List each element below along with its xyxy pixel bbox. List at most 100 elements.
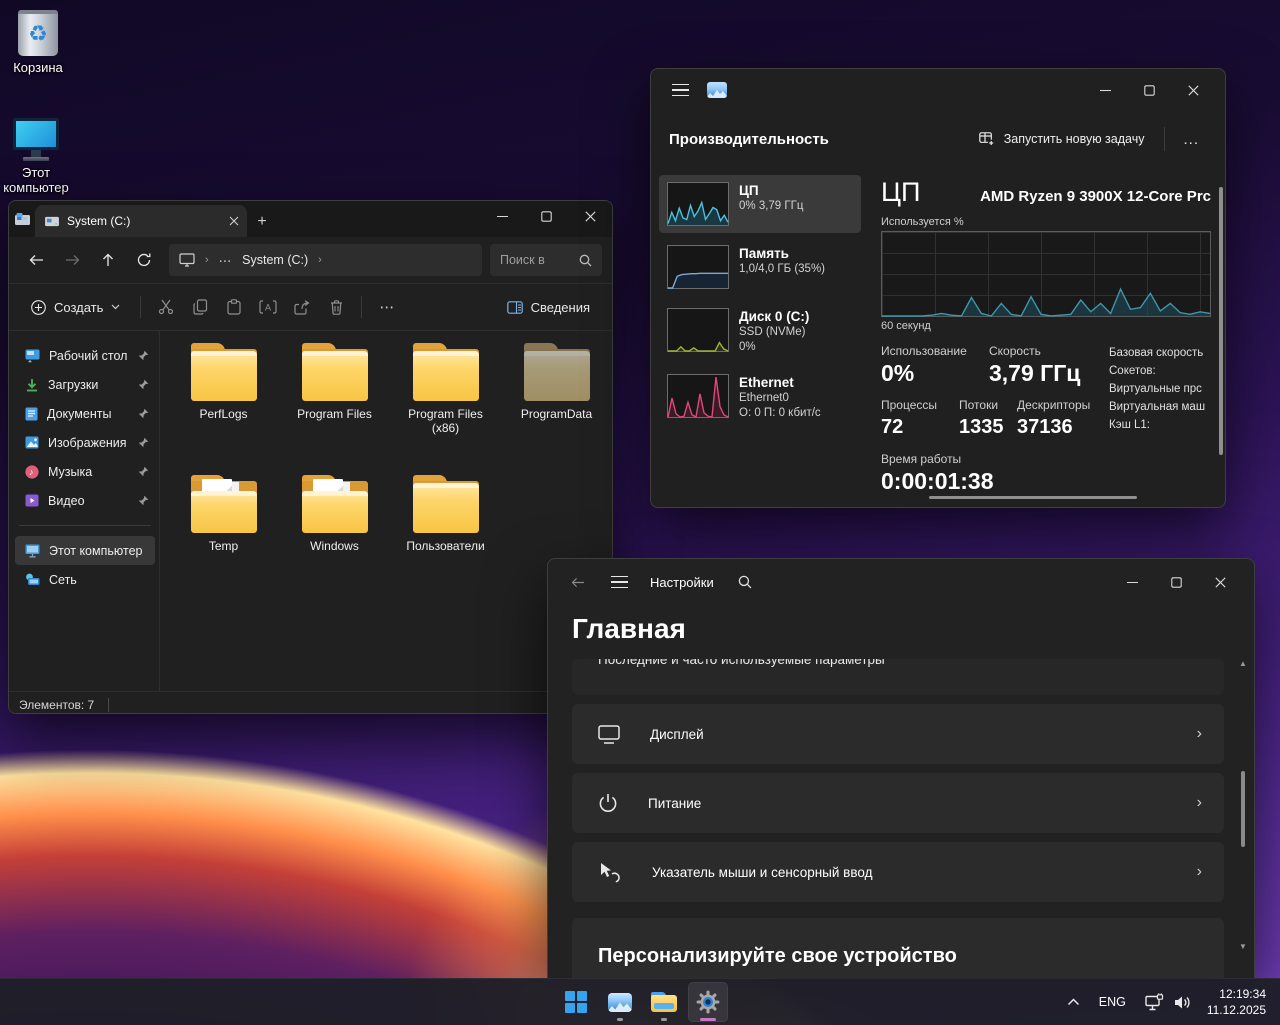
explorer-window-controls	[480, 201, 612, 231]
sidebar-item-downloads[interactable]: Загрузки	[15, 370, 155, 399]
maximize-button[interactable]	[1154, 567, 1198, 597]
file-explorer-window: System (C:) + › ⋯ System (C:) › Поиск в	[8, 200, 613, 714]
settings-row-mouse-touch[interactable]: Указатель мыши и сенсорный ввод ›	[572, 842, 1224, 902]
personalize-card: Персонализируйте свое устройство	[572, 918, 1224, 978]
tab-close-icon[interactable]	[229, 216, 239, 226]
file-tile-program-files-x86[interactable]: Program Files (x86)	[394, 343, 498, 475]
explorer-tab[interactable]: System (C:)	[35, 205, 247, 237]
close-button[interactable]	[1198, 567, 1242, 597]
this-pc-crumb-icon[interactable]	[179, 253, 195, 267]
close-button[interactable]	[1171, 75, 1215, 105]
sidebar-item-network[interactable]: Сеть	[15, 565, 155, 594]
perf-item-disk[interactable]: Диск 0 (C:)SSD (NVMe)0%	[659, 301, 861, 362]
breadcrumb-collapsed[interactable]: ⋯	[219, 253, 233, 268]
delete-button[interactable]	[321, 290, 351, 324]
volume-icon[interactable]	[1167, 984, 1199, 1020]
task-manager-icon	[608, 993, 632, 1012]
refresh-button[interactable]	[127, 244, 161, 276]
file-tile-users[interactable]: Пользователи	[394, 475, 498, 607]
up-button[interactable]	[91, 244, 125, 276]
tab-title: System (C:)	[67, 214, 221, 228]
file-tile-program-files[interactable]: Program Files	[283, 343, 387, 475]
desktop-icon-this-pc[interactable]: Этот компьютер	[0, 118, 79, 195]
minimize-button[interactable]	[1110, 567, 1154, 597]
rename-button[interactable]: A	[253, 290, 283, 324]
network-icon[interactable]	[1138, 984, 1167, 1020]
taskbar-item-file-explorer[interactable]	[644, 982, 684, 1022]
sidebar-item-label: Этот компьютер	[49, 544, 149, 558]
settings-title-bar: Настройки	[548, 559, 1254, 605]
chevron-down-icon	[111, 304, 120, 310]
taskbar-item-task-manager[interactable]	[600, 982, 640, 1022]
forward-button[interactable]	[55, 244, 89, 276]
cpu-usage-graph	[881, 231, 1211, 317]
time-window-label: 60 секунд	[881, 320, 1211, 332]
share-button[interactable]	[287, 290, 317, 324]
pin-icon	[138, 350, 149, 361]
recycle-bin-icon: ♻	[18, 10, 58, 56]
sidebar-divider	[19, 525, 151, 526]
sidebar-item-desktop[interactable]: Рабочий стол	[15, 341, 155, 370]
sidebar-item-documents[interactable]: Документы	[15, 399, 155, 428]
minimize-button[interactable]	[1083, 75, 1127, 105]
sidebar-item-label: Сеть	[49, 573, 149, 587]
chevron-right-icon: ›	[1197, 863, 1202, 881]
settings-row-display[interactable]: Дисплей ›	[572, 704, 1224, 764]
scroll-down-icon[interactable]: ▼	[1239, 942, 1247, 951]
vertical-scrollbar[interactable]	[1219, 187, 1223, 455]
search-button[interactable]	[728, 566, 762, 598]
run-new-task-button[interactable]: Запустить новую задачу	[969, 126, 1155, 153]
minimize-button[interactable]	[480, 201, 524, 231]
search-box[interactable]: Поиск в	[490, 244, 602, 276]
drive-icon	[45, 215, 59, 227]
settings-row-power[interactable]: Питание ›	[572, 773, 1224, 833]
scroll-up-icon[interactable]: ▲	[1239, 659, 1247, 668]
sidebar-item-pictures[interactable]: Изображения	[15, 428, 155, 457]
details-button[interactable]: Сведения	[497, 290, 600, 324]
maximize-button[interactable]	[524, 201, 568, 231]
file-tile-windows[interactable]: Windows	[283, 475, 387, 607]
sidebar-item-label: Документы	[47, 407, 129, 421]
file-tile-perflogs[interactable]: PerfLogs	[172, 343, 276, 475]
more-options-button[interactable]: ⋯	[372, 290, 402, 324]
paste-button[interactable]	[219, 290, 249, 324]
clock[interactable]: 12:19:34 11.12.2025	[1199, 986, 1280, 1018]
sidebar-item-music[interactable]: ♪ Музыка	[15, 457, 155, 486]
new-button[interactable]: Создать	[21, 290, 130, 324]
scrollbar-thumb[interactable]	[1241, 771, 1245, 847]
file-tile-programdata[interactable]: ProgramData	[505, 343, 609, 475]
menu-icon[interactable]	[661, 75, 699, 105]
running-indicator	[617, 1018, 623, 1021]
search-placeholder: Поиск в	[500, 253, 573, 267]
maximize-button[interactable]	[1127, 75, 1171, 105]
more-options-button[interactable]: ...	[1175, 131, 1207, 148]
address-bar[interactable]: › ⋯ System (C:) ›	[169, 244, 482, 276]
copy-button[interactable]	[185, 290, 215, 324]
horizontal-scrollbar[interactable]	[929, 496, 1137, 499]
tray-chevron-up-icon[interactable]	[1060, 984, 1087, 1020]
start-button[interactable]	[556, 982, 596, 1022]
sidebar-item-this-pc[interactable]: Этот компьютер	[15, 536, 155, 565]
file-tile-temp[interactable]: Temp	[172, 475, 276, 607]
close-button[interactable]	[568, 201, 612, 231]
settings-gear-icon	[695, 989, 721, 1015]
desktop-icon-recycle-bin[interactable]: ♻ Корзина	[0, 10, 81, 75]
breadcrumb[interactable]: System (C:)	[242, 253, 308, 267]
perf-item-cpu[interactable]: ЦП0% 3,79 ГГц	[659, 175, 861, 233]
taskbar-item-settings[interactable]	[688, 982, 728, 1022]
language-indicator[interactable]: ENG	[1087, 984, 1138, 1020]
file-name: ProgramData	[505, 407, 609, 421]
settings-row-label: Питание	[648, 796, 1167, 811]
cut-button[interactable]	[151, 290, 181, 324]
back-button[interactable]	[560, 566, 596, 598]
new-tab-button[interactable]: +	[247, 207, 277, 237]
back-button[interactable]	[19, 244, 53, 276]
chevron-right-icon: ›	[1197, 794, 1202, 812]
settings-scrollbar[interactable]: ▲ ▼	[1238, 659, 1248, 951]
perf-item-memory[interactable]: Память1,0/4,0 ГБ (35%)	[659, 238, 861, 296]
perf-item-ethernet[interactable]: EthernetEthernet0О: 0 П: 0 кбит/с	[659, 367, 861, 428]
explorer-status-bar: Элементов: 7	[9, 691, 612, 714]
menu-icon[interactable]	[600, 567, 638, 597]
file-name: Program Files (x86)	[394, 407, 498, 435]
sidebar-item-videos[interactable]: Видео	[15, 486, 155, 515]
